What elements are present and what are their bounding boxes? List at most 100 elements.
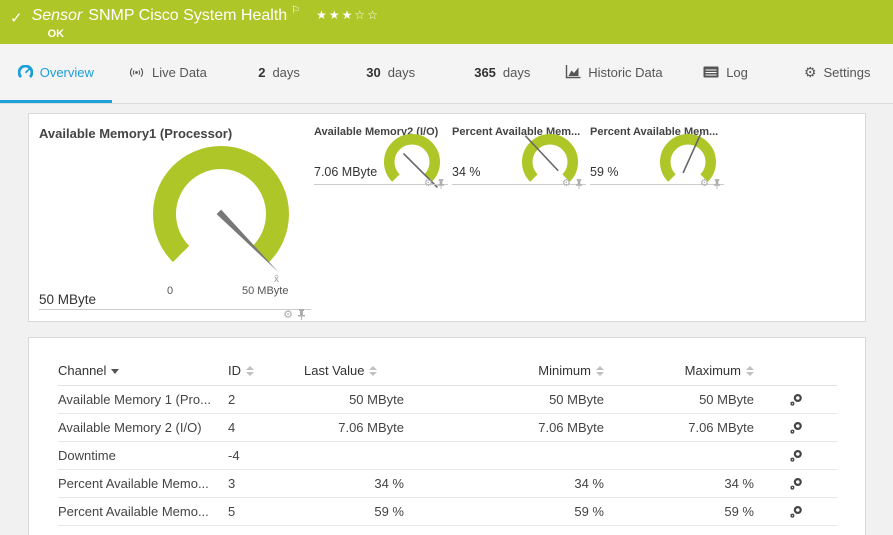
- gauge-scale-min: 0: [167, 285, 173, 297]
- channel-maximum: 7.06 MByte: [604, 420, 754, 435]
- tab-label: days: [503, 65, 530, 80]
- channel-maximum: 50 MByte: [604, 392, 754, 407]
- tab-label: Settings: [823, 65, 870, 80]
- tab-365-days[interactable]: 365 days: [447, 44, 559, 103]
- log-icon: [703, 66, 719, 78]
- table-header-row: Channel ID Last Value Minimum Maximum: [58, 356, 837, 386]
- pin-icon[interactable]: [297, 309, 306, 320]
- channel-id: 4: [228, 420, 304, 435]
- status-badge: OK: [48, 28, 380, 40]
- channel-minimum: 7.06 MByte: [404, 420, 604, 435]
- column-header-maximum[interactable]: Maximum: [604, 363, 754, 378]
- gauge-percent-available-memory2[interactable]: Percent Available Mem... 59 % ⚙: [590, 126, 724, 186]
- tab-label: Historic Data: [588, 65, 662, 80]
- gauge-value: 7.06 MByte: [314, 165, 377, 179]
- gauge-settings-gear-icon[interactable]: ⚙: [424, 179, 433, 189]
- channel-id: 2: [228, 392, 304, 407]
- channel-settings-gears-icon[interactable]: [789, 505, 803, 519]
- gauge-value: 59 %: [590, 165, 619, 179]
- channel-name[interactable]: Percent Available Memo...: [58, 476, 228, 491]
- gauge-available-memory2[interactable]: Available Memory2 (I/O) 7.06 MByte ⚙: [314, 126, 448, 186]
- gauges-panel: Available Memory1 (Processor) x̄ 0 50 MB…: [28, 113, 866, 322]
- tab-label: Live Data: [152, 65, 207, 80]
- gear-icon: ⚙: [804, 65, 817, 79]
- tab-30-days[interactable]: 30 days: [335, 44, 447, 103]
- sensor-type-label: Sensor: [32, 7, 83, 25]
- broadcast-icon: [128, 66, 145, 79]
- gauge-available-memory1[interactable]: Available Memory1 (Processor) x̄ 0 50 MB…: [39, 126, 311, 312]
- column-header-id[interactable]: ID: [228, 363, 304, 378]
- table-row[interactable]: Downtime -4: [58, 442, 837, 470]
- tab-settings[interactable]: ⚙ Settings: [781, 44, 893, 103]
- gauge-percent-available-memory1[interactable]: Percent Available Mem... 34 % ⚙: [452, 126, 586, 186]
- channel-minimum: 34 %: [404, 476, 604, 491]
- channels-table: Channel ID Last Value Minimum Maximum: [29, 338, 865, 526]
- column-label: ID: [228, 363, 241, 378]
- sensor-title-block: Sensor SNMP Cisco System Health ⚐ ★★★☆☆ …: [32, 7, 380, 40]
- pin-icon[interactable]: [575, 179, 583, 189]
- channel-minimum: 50 MByte: [404, 392, 604, 407]
- gauge-scale-max: 50 MByte: [242, 285, 288, 297]
- sort-desc-icon: [111, 369, 119, 374]
- pin-icon[interactable]: [713, 179, 721, 189]
- column-header-channel[interactable]: Channel: [58, 363, 228, 378]
- channel-maximum: 59 %: [604, 504, 754, 519]
- channel-name[interactable]: Available Memory 1 (Pro...: [58, 392, 228, 407]
- channel-id: 5: [228, 504, 304, 519]
- gauge-divider: [39, 309, 311, 310]
- column-header-last-value[interactable]: Last Value: [304, 363, 404, 378]
- tab-label: days: [272, 65, 299, 80]
- tab-historic-data[interactable]: Historic Data: [558, 44, 670, 103]
- tab-overview[interactable]: Overview: [0, 44, 112, 103]
- column-header-minimum[interactable]: Minimum: [404, 363, 604, 378]
- channel-settings-gears-icon[interactable]: [789, 449, 803, 463]
- column-label: Channel: [58, 363, 106, 378]
- sort-icon: [369, 366, 377, 376]
- tab-label: Overview: [40, 65, 94, 80]
- channel-settings-gears-icon[interactable]: [789, 477, 803, 491]
- channel-id: 3: [228, 476, 304, 491]
- pin-icon[interactable]: [437, 179, 445, 189]
- channel-minimum: 59 %: [404, 504, 604, 519]
- tab-label: days: [388, 65, 415, 80]
- status-ok-check-icon: ✓: [10, 9, 23, 27]
- sort-icon: [596, 366, 604, 376]
- channel-name[interactable]: Available Memory 2 (I/O): [58, 420, 228, 435]
- channels-panel: Channel ID Last Value Minimum Maximum: [28, 337, 866, 535]
- table-row[interactable]: Available Memory 1 (Pro... 2 50 MByte 50…: [58, 386, 837, 414]
- priority-stars[interactable]: ★★★☆☆: [316, 8, 380, 22]
- sensor-header: ✓ Sensor SNMP Cisco System Health ⚐ ★★★☆…: [0, 0, 893, 44]
- average-marker: x̄: [274, 274, 279, 285]
- table-row[interactable]: Available Memory 2 (I/O) 4 7.06 MByte 7.…: [58, 414, 837, 442]
- channel-settings-gears-icon[interactable]: [789, 393, 803, 407]
- gauge-settings-gear-icon[interactable]: ⚙: [700, 179, 709, 189]
- gauge-value: 50 MByte: [39, 292, 96, 307]
- tab-number: 365: [474, 65, 496, 80]
- tab-number: 2: [258, 65, 265, 80]
- channel-name[interactable]: Percent Available Memo...: [58, 504, 228, 519]
- channel-name[interactable]: Downtime: [58, 448, 228, 463]
- gauge-icon: [18, 65, 33, 80]
- channel-last-value: 7.06 MByte: [304, 420, 404, 435]
- channel-last-value: 50 MByte: [304, 392, 404, 407]
- tab-2-days[interactable]: 2 days: [223, 44, 335, 103]
- sort-icon: [746, 366, 754, 376]
- tab-live-data[interactable]: Live Data: [112, 44, 224, 103]
- column-label: Minimum: [538, 363, 591, 378]
- gauge-settings-gear-icon[interactable]: ⚙: [283, 310, 293, 320]
- channel-maximum: 34 %: [604, 476, 754, 491]
- tab-log[interactable]: Log: [670, 44, 782, 103]
- table-row[interactable]: Percent Available Memo... 5 59 % 59 % 59…: [58, 498, 837, 526]
- gauge-settings-gear-icon[interactable]: ⚙: [562, 179, 571, 189]
- chart-icon: [565, 65, 581, 79]
- channel-settings-gears-icon[interactable]: [789, 421, 803, 435]
- table-row[interactable]: Percent Available Memo... 3 34 % 34 % 34…: [58, 470, 837, 498]
- column-label: Maximum: [685, 363, 741, 378]
- sort-icon: [246, 366, 254, 376]
- flag-icon[interactable]: ⚐: [291, 5, 300, 16]
- page-title: SNMP Cisco System Health: [88, 7, 287, 25]
- gauge-dial: x̄: [136, 122, 311, 290]
- sensor-tab-bar: Overview Live Data 2 days 30 days 365 da…: [0, 44, 893, 104]
- channel-last-value: 34 %: [304, 476, 404, 491]
- gauge-value: 34 %: [452, 165, 481, 179]
